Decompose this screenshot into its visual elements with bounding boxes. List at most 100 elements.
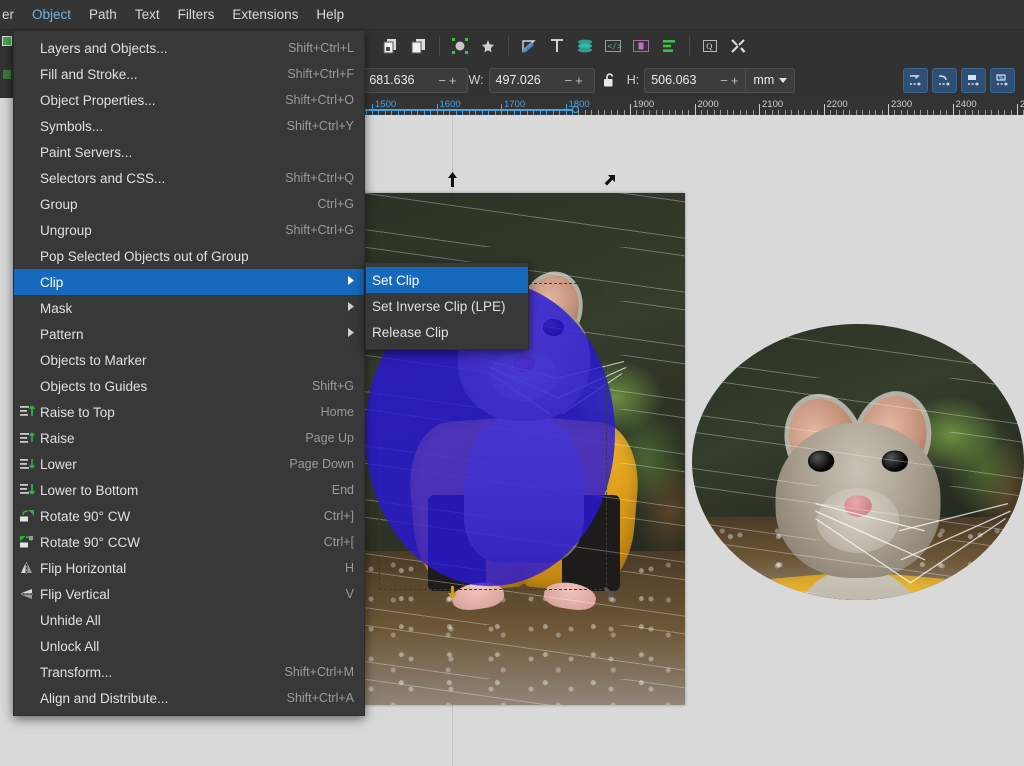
inkscape-window: 1500 1600 1700 1800 1900 2000 2100 2200 2300 2400… — [0, 0, 1024, 766]
menu-item-rotate-90-cw[interactable]: Rotate 90° CW Ctrl+] — [14, 503, 364, 529]
ruler-minor-tick — [804, 110, 806, 115]
menu-item-symbols[interactable]: Symbols... Shift+Ctrl+Y — [14, 113, 364, 139]
menubar-item-path[interactable]: Path — [80, 1, 126, 29]
menu-item-flip-horizontal[interactable]: Flip Horizontal H — [14, 555, 364, 581]
submenu-arrow-icon — [338, 302, 354, 314]
selection-handle-top[interactable] — [447, 172, 458, 187]
menu-item-fill-and-stroke[interactable]: Fill and Stroke... Shift+Ctrl+F — [14, 61, 364, 87]
menu-item-raise[interactable]: Raise Page Up — [14, 425, 364, 451]
object-properties-icon[interactable] — [628, 34, 654, 58]
node-editor-icon[interactable] — [447, 34, 473, 58]
ruler-label: 1600 — [439, 99, 461, 110]
submenu-item-set-inverse-clip-lpe[interactable]: Set Inverse Clip (LPE) — [366, 293, 528, 319]
menu-item-selectors-and-css[interactable]: Selectors and CSS... Shift+Ctrl+Q — [14, 165, 364, 191]
pencil-icon[interactable] — [516, 34, 542, 58]
ruler-major-tick — [694, 104, 696, 115]
partial-tool-icon[interactable] — [3, 70, 11, 79]
preferences-icon[interactable] — [725, 34, 751, 58]
mouse-eye-right — [881, 450, 908, 472]
svg-text:Q: Q — [706, 41, 712, 51]
ruler-minor-tick — [423, 110, 425, 115]
menu-item-lower-to-bottom[interactable]: Lower to Bottom End — [14, 477, 364, 503]
menu-item-shortcut: Page Down — [289, 457, 354, 471]
menu-item-unlock-all[interactable]: Unlock All — [14, 633, 364, 659]
menu-item-objects-to-marker[interactable]: Objects to Marker — [14, 347, 364, 373]
menu-item-unhide-all[interactable]: Unhide All — [14, 607, 364, 633]
menu-item-lower[interactable]: Lower Page Down — [14, 451, 364, 477]
object-menu-dropdown[interactable]: Layers and Objects... Shift+Ctrl+L Fill an… — [13, 30, 365, 716]
menu-item-layers-and-objects[interactable]: Layers and Objects... Shift+Ctrl+L — [14, 35, 364, 61]
selection-handle-bottom-right[interactable] — [603, 585, 614, 600]
unlocked-padlock-icon[interactable] — [597, 68, 623, 92]
partial-tool-icon[interactable] — [2, 36, 12, 46]
raise-icon — [14, 430, 40, 446]
ruler-minor-tick — [455, 110, 457, 115]
menu-item-shortcut: Ctrl+] — [323, 509, 354, 523]
menu-item-raise-to-top[interactable]: Raise to Top Home — [14, 399, 364, 425]
menu-item-mask[interactable]: Mask — [14, 295, 364, 321]
menu-item-clip[interactable]: Clip — [14, 269, 364, 295]
menu-item-flip-vertical[interactable]: Flip Vertical V — [14, 581, 364, 607]
menu-item-rotate-90-ccw[interactable]: Rotate 90° CCW Ctrl+[ — [14, 529, 364, 555]
layers-icon[interactable] — [572, 34, 598, 58]
mouse-eye-left — [808, 450, 835, 472]
clipped-result-image[interactable] — [692, 324, 1024, 600]
ruler-label: 2100 — [762, 99, 784, 110]
menu-item-align-and-distribute[interactable]: Align and Distribute... Shift+Ctrl+A — [14, 685, 364, 711]
menu-item-label: Selectors and CSS... — [40, 170, 166, 186]
ungroup-icon[interactable] — [406, 34, 432, 58]
ruler-minor-tick — [533, 110, 535, 115]
submenu-item-set-clip[interactable]: Set Clip — [366, 267, 528, 293]
menubar-item-er[interactable]: er — [0, 1, 23, 29]
menu-item-label: Lower — [40, 456, 77, 472]
submenu-item-release-clip[interactable]: Release Clip — [366, 319, 528, 345]
menu-item-pop-selected-objects-out-of-group[interactable]: Pop Selected Objects out of Group — [14, 243, 364, 269]
menubar-item-object[interactable]: Object — [23, 1, 80, 35]
ruler-minor-tick — [733, 110, 735, 115]
ruler-minor-tick — [384, 110, 386, 115]
affect-patterns-button[interactable]: % — [990, 67, 1015, 93]
affect-gradients-button[interactable] — [961, 67, 986, 93]
star-nodes-icon[interactable] — [475, 34, 501, 58]
align-distribute-icon[interactable] — [656, 34, 682, 58]
menu-item-object-properties[interactable]: Object Properties... Shift+Ctrl+O — [14, 87, 364, 113]
ruler-minor-tick — [442, 110, 444, 115]
text-icon[interactable] — [544, 34, 570, 58]
affect-rounded-corners-button[interactable] — [932, 67, 957, 93]
menu-item-paint-servers[interactable]: Paint Servers... — [14, 139, 364, 165]
ruler-minor-tick — [662, 110, 664, 115]
clip-submenu-dropdown[interactable]: Set Clip Set Inverse Clip (LPE) Release Cl… — [365, 262, 529, 350]
submenu-arrow-icon — [338, 276, 354, 288]
selectors-css-icon[interactable]: Q — [697, 34, 723, 58]
ruler-minor-tick — [784, 110, 786, 115]
selection-handle-bottom[interactable] — [447, 586, 458, 601]
menubar-item-text[interactable]: Text — [126, 1, 169, 29]
xml-editor-icon[interactable]: </> — [600, 34, 626, 58]
menu-item-transform[interactable]: Transform... Shift+Ctrl+M — [14, 659, 364, 685]
menubar-item-extensions[interactable]: Extensions — [223, 1, 307, 29]
menubar-item-help[interactable]: Help — [307, 1, 353, 29]
menubar-item-filters[interactable]: Filters — [169, 1, 224, 29]
ruler-label: 2500 — [1020, 99, 1024, 110]
selection-handle-top-right[interactable] — [604, 174, 615, 189]
ruler-minor-tick — [836, 110, 838, 115]
ruler-minor-tick — [978, 110, 980, 115]
group-icon[interactable] — [378, 34, 404, 58]
unit-select[interactable]: mm — [745, 67, 796, 93]
ruler-minor-tick — [881, 110, 883, 115]
y-stepper[interactable]: − + — [438, 73, 456, 88]
w-stepper[interactable]: − + — [565, 73, 583, 88]
menu-item-pattern[interactable]: Pattern — [14, 321, 364, 347]
menu-item-label: Unlock All — [40, 638, 100, 654]
menu-item-objects-to-guides[interactable]: Objects to Guides Shift+G — [14, 373, 364, 399]
affect-stroke-width-button[interactable] — [903, 67, 928, 93]
menu-item-label: Object Properties... — [40, 92, 156, 108]
menu-item-shortcut: Page Up — [305, 431, 354, 445]
menu-item-ungroup[interactable]: Ungroup Shift+Ctrl+G — [14, 217, 364, 243]
h-stepper[interactable]: − + — [720, 73, 738, 88]
ruler-minor-tick — [604, 110, 606, 115]
menu-item-label: Pattern — [40, 326, 84, 342]
menu-item-group[interactable]: Group Ctrl+G — [14, 191, 364, 217]
menu-item-shortcut: Shift+Ctrl+Y — [286, 119, 354, 133]
ruler-minor-tick — [546, 110, 548, 115]
